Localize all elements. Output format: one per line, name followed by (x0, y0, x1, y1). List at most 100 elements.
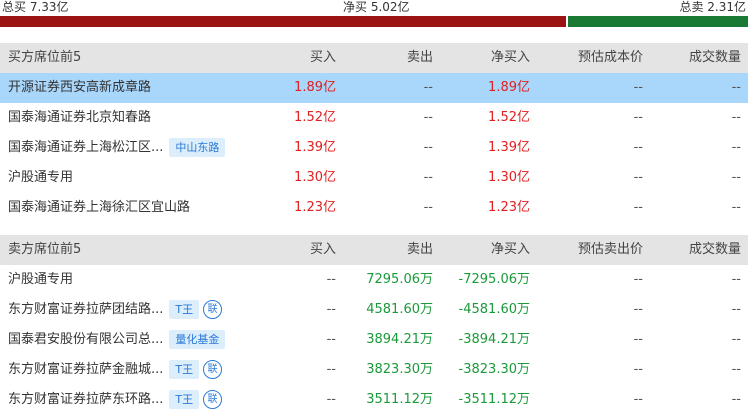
cell-net: 1.39亿 (488, 140, 530, 155)
seat-tag[interactable]: 量化基金 (169, 330, 226, 349)
cell-sell: -- (423, 140, 433, 155)
cell-net: -7295.06万 (458, 272, 530, 287)
linked-icon[interactable]: 联 (203, 390, 223, 409)
sell-seats-table: 卖方席位前5 买入 卖出 净买入 预估卖出价 成交数量沪股通专用 -- 7295.06万 -72… (0, 235, 748, 415)
seat-name[interactable]: 国泰君安股份有限公司总... 量化基金 (8, 325, 226, 355)
cell-cost: -- (633, 362, 643, 377)
column-header[interactable]: 成交数量 (689, 235, 741, 265)
cell-net: -3894.21万 (458, 332, 530, 347)
seat-name[interactable]: 国泰海通证券北京知春路 (8, 103, 151, 133)
cell-qty: -- (731, 392, 741, 407)
seat-name-text: 国泰海通证券上海松江区... (8, 140, 164, 155)
table-row[interactable]: 沪股通专用 1.30亿 -- 1.30亿 -- -- (0, 163, 748, 193)
table-row[interactable]: 沪股通专用 -- 7295.06万 -7295.06万 -- -- (0, 265, 748, 295)
column-header[interactable]: 净买入 (491, 235, 530, 265)
cell-sell: -- (423, 170, 433, 185)
cell-net: -4581.60万 (458, 302, 530, 317)
cell-net: 1.89亿 (488, 80, 530, 95)
cell-sell: -- (423, 80, 433, 95)
cell-qty: -- (731, 302, 741, 317)
table-row[interactable]: 国泰君安股份有限公司总... 量化基金 -- 3894.21万 -3894.21万 -- -… (0, 325, 748, 355)
column-header[interactable]: 卖出 (407, 235, 433, 265)
cell-cost: -- (633, 332, 643, 347)
table-row[interactable]: 国泰海通证券上海徐汇区宜山路 1.23亿 -- 1.23亿 -- -- (0, 193, 748, 223)
cell-net: 1.30亿 (488, 170, 530, 185)
sell-header-row: 卖方席位前5 买入 卖出 净买入 预估卖出价 成交数量 (0, 235, 748, 265)
cell-buy: -- (326, 392, 336, 407)
seat-name[interactable]: 国泰海通证券上海松江区... 中山东路 (8, 133, 226, 163)
seat-name-text: 沪股通专用 (8, 170, 74, 185)
column-header[interactable]: 预估成本价 (578, 43, 643, 73)
cell-qty: -- (731, 272, 741, 287)
seat-name-text: 东方财富证券拉萨东环路... (8, 392, 164, 407)
seat-name[interactable]: 沪股通专用 (8, 163, 73, 193)
seat-name-text: 东方财富证券拉萨金融城... (8, 362, 164, 377)
cell-net: 1.52亿 (488, 110, 530, 125)
cell-cost: -- (633, 302, 643, 317)
cell-buy: 1.52亿 (294, 110, 336, 125)
column-header[interactable]: 成交数量 (689, 43, 741, 73)
column-header[interactable]: 买入 (310, 43, 336, 73)
seat-tag[interactable]: T王 (169, 360, 200, 379)
table-row[interactable]: 东方财富证券拉萨东环路... T王联 -- 3511.12万 -3511.12万 -- -- (0, 385, 748, 415)
seat-name[interactable]: 沪股通专用 (8, 265, 73, 295)
cell-cost: -- (633, 140, 643, 155)
buy-ratio-bar (0, 16, 566, 27)
total-sell-label: 总卖 2.31亿 (679, 0, 746, 14)
seat-tag[interactable]: 中山东路 (169, 138, 226, 157)
column-header[interactable]: 卖出 (407, 43, 433, 73)
column-header[interactable]: 净买入 (491, 43, 530, 73)
cell-net: -3823.30万 (458, 362, 530, 377)
column-header[interactable]: 预估卖出价 (578, 235, 643, 265)
sell-ratio-bar (568, 16, 748, 27)
seat-name[interactable]: 东方财富证券拉萨金融城... T王联 (8, 355, 223, 385)
net-buy-label: 净买 5.02亿 (343, 0, 410, 14)
cell-buy: 1.89亿 (294, 80, 336, 95)
cell-sell: 3894.21万 (366, 332, 433, 347)
cell-cost: -- (633, 80, 643, 95)
column-header: 卖方席位前5 (8, 242, 82, 257)
cell-net: -3511.12万 (458, 392, 530, 407)
column-header[interactable]: 买入 (310, 235, 336, 265)
buy-header-row: 买方席位前5 买入 卖出 净买入 预估成本价 成交数量 (0, 43, 748, 73)
cell-sell: 3511.12万 (366, 392, 433, 407)
cell-buy: -- (326, 362, 336, 377)
cell-qty: -- (731, 170, 741, 185)
cell-qty: -- (731, 80, 741, 95)
cell-qty: -- (731, 110, 741, 125)
seat-tag[interactable]: T王 (169, 300, 200, 319)
seat-name[interactable]: 东方财富证券拉萨团结路... T王联 (8, 295, 223, 325)
seat-name[interactable]: 开源证券西安高新成章路 (8, 73, 151, 103)
seat-name-text: 国泰君安股份有限公司总... (8, 332, 164, 347)
cell-cost: -- (633, 200, 643, 215)
table-row[interactable]: 东方财富证券拉萨金融城... T王联 -- 3823.30万 -3823.30万 -- -- (0, 355, 748, 385)
cell-buy: 1.23亿 (294, 200, 336, 215)
cell-sell: 7295.06万 (366, 272, 433, 287)
column-header: 买方席位前5 (8, 50, 82, 65)
cell-cost: -- (633, 110, 643, 125)
cell-cost: -- (633, 170, 643, 185)
summary-bar: 总买 7.33亿 净买 5.02亿 总卖 2.31亿 (0, 0, 748, 30)
seat-name-text: 国泰海通证券北京知春路 (8, 110, 152, 125)
table-row[interactable]: 国泰海通证券上海松江区... 中山东路 1.39亿 -- 1.39亿 -- -- (0, 133, 748, 163)
cell-net: 1.23亿 (488, 200, 530, 215)
cell-qty: -- (731, 332, 741, 347)
cell-qty: -- (731, 200, 741, 215)
table-row[interactable]: 东方财富证券拉萨团结路... T王联 -- 4581.60万 -4581.60万 -- -- (0, 295, 748, 325)
cell-cost: -- (633, 392, 643, 407)
table-row[interactable]: 国泰海通证券北京知春路 1.52亿 -- 1.52亿 -- -- (0, 103, 748, 133)
linked-icon[interactable]: 联 (203, 360, 223, 379)
cell-sell: -- (423, 110, 433, 125)
seat-name[interactable]: 国泰海通证券上海徐汇区宜山路 (8, 193, 190, 223)
seat-name-text: 开源证券西安高新成章路 (8, 80, 152, 95)
cell-cost: -- (633, 272, 643, 287)
cell-buy: -- (326, 302, 336, 317)
seat-name-text: 沪股通专用 (8, 272, 74, 287)
seat-name-text: 国泰海通证券上海徐汇区宜山路 (8, 200, 191, 215)
linked-icon[interactable]: 联 (203, 300, 223, 319)
seat-name[interactable]: 东方财富证券拉萨东环路... T王联 (8, 385, 223, 415)
cell-buy: -- (326, 332, 336, 347)
table-row[interactable]: 开源证券西安高新成章路 1.89亿 -- 1.89亿 -- -- (0, 73, 748, 103)
seat-tag[interactable]: T王 (169, 390, 200, 409)
buy-seats-table: 买方席位前5 买入 卖出 净买入 预估成本价 成交数量开源证券西安高新成章路 1.89亿 --… (0, 43, 748, 223)
